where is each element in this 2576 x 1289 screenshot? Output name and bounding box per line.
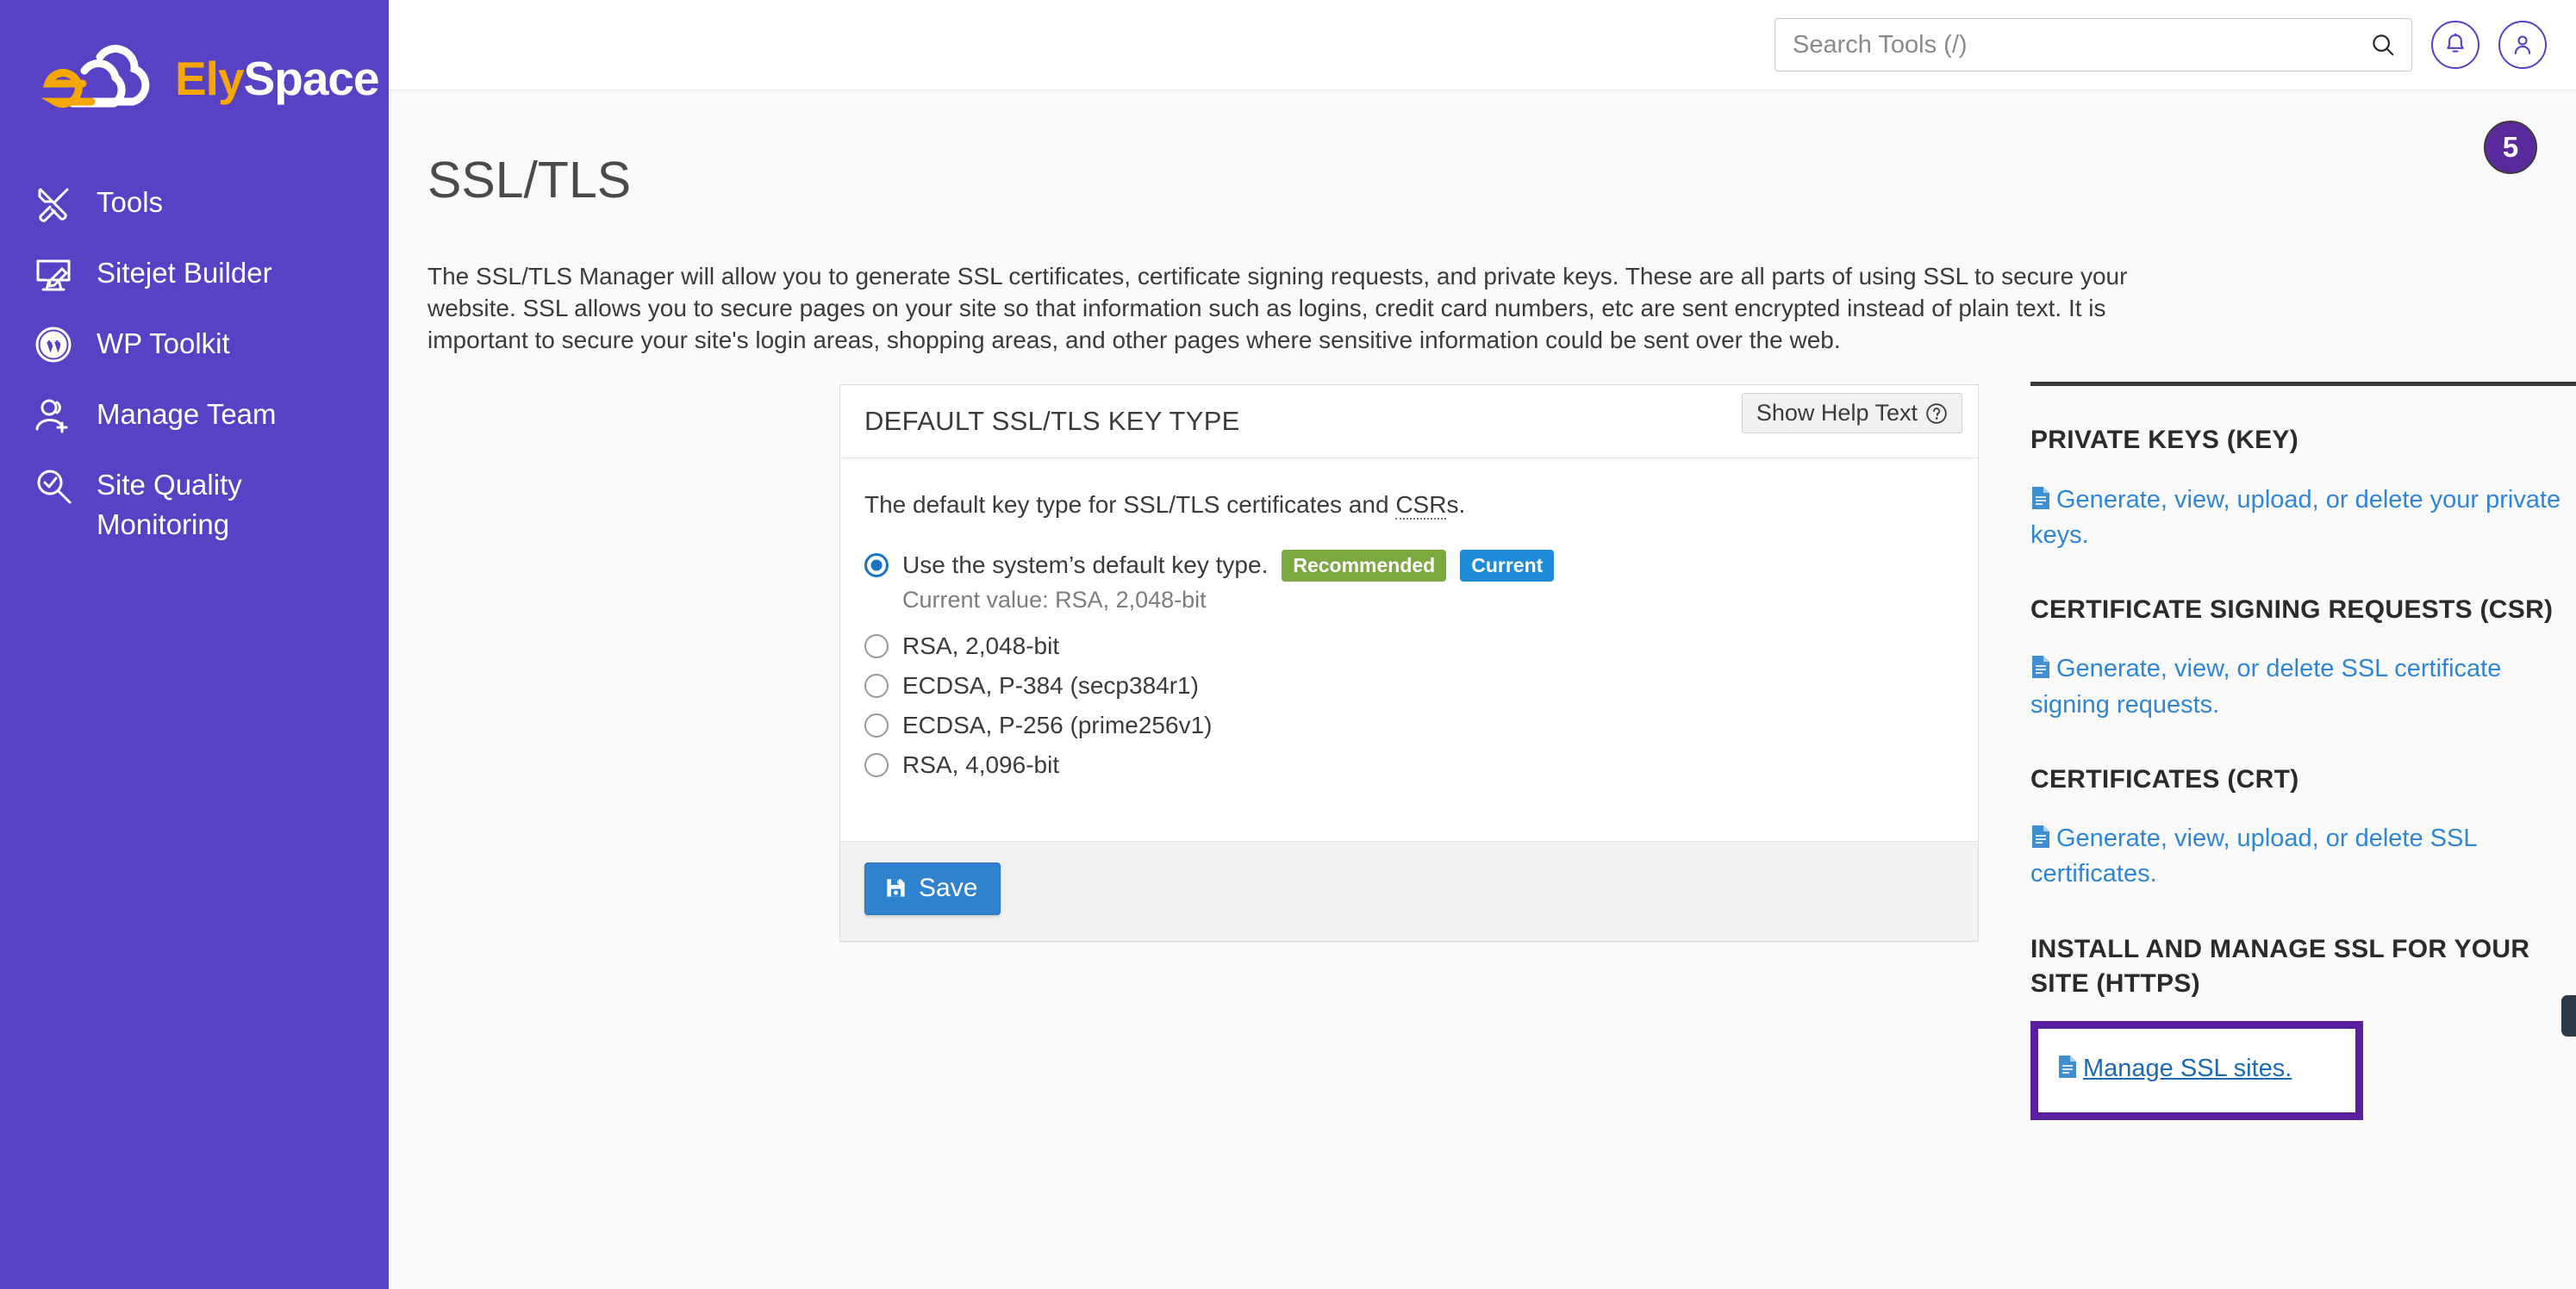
search-box[interactable]: [1775, 18, 2412, 72]
link-certificates[interactable]: Generate, view, upload, or delete SSL ce…: [2030, 821, 2576, 892]
link-label: Generate, view, upload, or delete SSL ce…: [2030, 825, 2477, 888]
sidebar-item-label: Sitejet Builder: [97, 257, 272, 289]
search-icon[interactable]: [2370, 32, 2396, 58]
field-description-post: s.: [1446, 491, 1466, 518]
wordpress-icon: [35, 327, 72, 363]
bell-icon: [2447, 33, 2464, 53]
radio-option-list: RSA, 2,048-bit ECDSA, P-384 (secp384r1) …: [864, 632, 1954, 779]
sidebar-item-sitejet-builder[interactable]: Sitejet Builder: [0, 239, 389, 309]
sidebar-item-label: Tools: [97, 186, 164, 218]
topbar: [389, 0, 2576, 90]
link-label: Manage SSL sites.: [2083, 1054, 2292, 1082]
csr-abbreviation: CSR: [1395, 491, 1447, 520]
card-header: DEFAULT SSL/TLS KEY TYPE Show Help Text: [840, 385, 1978, 458]
sidebar: ElySpace Tools Sitejet Builder WP Toolki…: [0, 0, 389, 1289]
ssl-resources-panel: PRIVATE KEYS (KEY) Generate, view, uploa…: [2030, 382, 2576, 1120]
document-icon: [2032, 486, 2049, 509]
radio-option-ecdsa-p384[interactable]: ECDSA, P-384 (secp384r1): [864, 672, 1954, 700]
current-value-text: Current value: RSA, 2,048-bit: [902, 586, 1207, 613]
section-heading-csr: CERTIFICATE SIGNING REQUESTS (CSR): [2030, 595, 2554, 624]
field-description-pre: The default key type for SSL/TLS certifi…: [864, 491, 1396, 518]
document-icon: [2032, 825, 2049, 849]
floppy-disk-icon: [887, 879, 905, 897]
monitor-pencil-icon: [36, 259, 71, 291]
panel-divider: [2030, 382, 2576, 386]
main-area: 5 SSL/TLS The SSL/TLS Manager will allow…: [389, 0, 2576, 1289]
document-icon: [2032, 656, 2049, 679]
tools-icon: [38, 188, 69, 222]
radio-input[interactable]: [864, 752, 889, 777]
link-manage-ssl-sites[interactable]: Manage SSL sites.: [2057, 1051, 2330, 1087]
default-key-type-card: DEFAULT SSL/TLS KEY TYPE Show Help Text …: [839, 384, 1979, 942]
logo-text-secondary: Space: [243, 51, 380, 105]
radio-option-rsa-2048[interactable]: RSA, 2,048-bit: [864, 632, 1954, 660]
account-button[interactable]: [2498, 21, 2547, 69]
logo-wrap: ElySpace: [0, 0, 389, 121]
radio-option-rsa-4096[interactable]: RSA, 4,096-bit: [864, 751, 1954, 779]
radio-input[interactable]: [864, 553, 889, 578]
radio-option-system-default[interactable]: Use the system’s default key type. Recom…: [864, 550, 1954, 582]
edge-scroll-tab[interactable]: [2561, 995, 2576, 1037]
save-button-label: Save: [919, 873, 978, 902]
notifications-button[interactable]: [2431, 21, 2479, 69]
question-circle-icon: [1926, 402, 1947, 424]
show-help-text-label: Show Help Text: [1756, 400, 1918, 426]
link-label: Generate, view, or delete SSL certificat…: [2030, 655, 2502, 719]
radio-label: RSA, 4,096-bit: [902, 750, 1060, 778]
link-csr[interactable]: Generate, view, or delete SSL certificat…: [2030, 651, 2576, 722]
page-content: SSL/TLS The SSL/TLS Manager will allow y…: [389, 151, 2576, 357]
sidebar-item-label: WP Toolkit: [97, 327, 230, 359]
radio-label: ECDSA, P-256 (prime256v1): [902, 711, 1213, 738]
recommended-badge: Recommended: [1282, 550, 1447, 582]
application-window: ElySpace Tools Sitejet Builder WP Toolki…: [0, 0, 2576, 1289]
magnifier-check-icon: [37, 470, 72, 504]
current-badge: Current: [1460, 550, 1555, 582]
document-icon: [2059, 1055, 2076, 1078]
user-plus-icon: [35, 399, 68, 433]
search-input[interactable]: [1793, 30, 2370, 59]
sidebar-item-label: Manage Team: [97, 398, 277, 430]
sidebar-item-site-quality-monitoring[interactable]: Site Quality Monitoring: [0, 451, 389, 559]
elyspace-logo[interactable]: ElySpace: [33, 45, 389, 112]
section-heading-install-manage-ssl: INSTALL AND MANAGE SSL FOR YOUR SITE (HT…: [2030, 934, 2530, 999]
field-description: The default key type for SSL/TLS certifi…: [864, 491, 1954, 520]
sidebar-item-label: Site Quality Monitoring: [97, 469, 242, 540]
sidebar-item-tools[interactable]: Tools: [0, 168, 389, 239]
sidebar-item-manage-team[interactable]: Manage Team: [0, 380, 389, 451]
radio-label: ECDSA, P-384 (secp384r1): [902, 671, 1199, 699]
sidebar-nav: Tools Sitejet Builder WP Toolkit Manage …: [0, 168, 389, 559]
card-footer: Save: [840, 840, 1978, 941]
link-private-keys[interactable]: Generate, view, upload, or delete your p…: [2030, 483, 2576, 553]
section-heading-private-keys: PRIVATE KEYS (KEY): [2030, 426, 2298, 454]
link-label: Generate, view, upload, or delete your p…: [2030, 485, 2561, 549]
elyspace-cloud-logo: [41, 45, 150, 108]
sidebar-item-wp-toolkit[interactable]: WP Toolkit: [0, 309, 389, 380]
page-title: SSL/TLS: [427, 152, 632, 209]
user-avatar-icon: [2514, 35, 2531, 55]
radio-label: RSA, 2,048-bit: [902, 632, 1060, 659]
radio-input[interactable]: [864, 713, 889, 738]
radio-label: Use the system’s default key type.: [902, 551, 1269, 579]
section-heading-certificates: CERTIFICATES (CRT): [2030, 764, 2299, 794]
card-title: DEFAULT SSL/TLS KEY TYPE: [864, 406, 1240, 436]
page-description: The SSL/TLS Manager will allow you to ge…: [427, 263, 2128, 353]
card-body: The default key type for SSL/TLS certifi…: [840, 458, 1978, 841]
save-button[interactable]: Save: [864, 862, 1001, 915]
radio-option-ecdsa-p256[interactable]: ECDSA, P-256 (prime256v1): [864, 712, 1954, 739]
radio-input[interactable]: [864, 633, 889, 658]
step-badge: 5: [2484, 121, 2537, 174]
radio-input[interactable]: [864, 673, 889, 698]
show-help-text-button[interactable]: Show Help Text: [1741, 393, 1962, 433]
logo-text-primary: Ely: [175, 51, 245, 105]
annotation-highlight-box: Manage SSL sites.: [2030, 1020, 2363, 1120]
